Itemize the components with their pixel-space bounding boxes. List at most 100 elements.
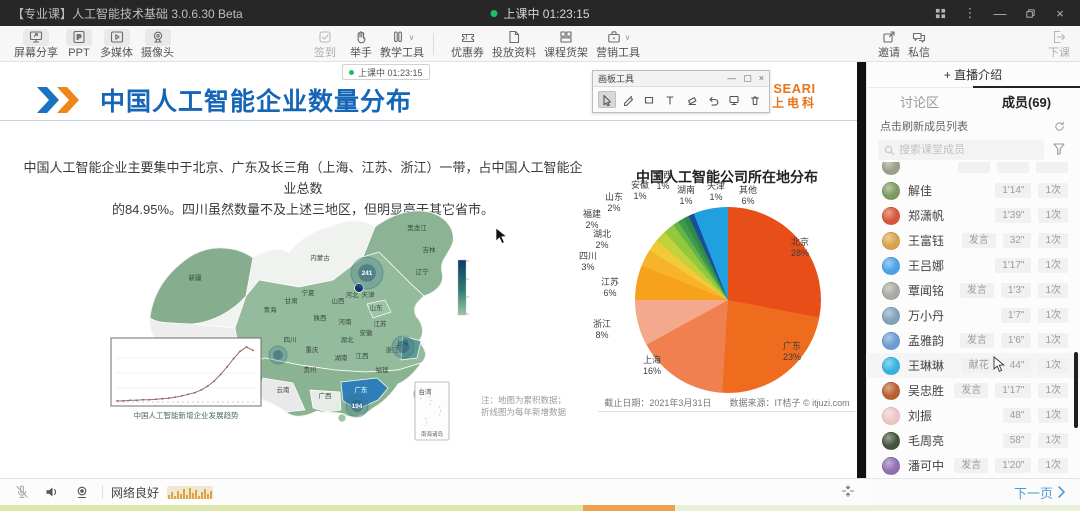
member-row[interactable]: 刘振48"1次 (866, 403, 1080, 428)
member-row[interactable] (866, 162, 1080, 178)
member-name: 王琳琳 (908, 357, 944, 374)
tab-discussion[interactable]: 讨论区 (866, 88, 973, 114)
whiteboard-tools-panel[interactable]: 画板工具 — ▢ × (592, 70, 770, 113)
restore-button[interactable] (1022, 5, 1038, 21)
member-search-box[interactable] (878, 140, 1044, 160)
trend-inset-chart (111, 338, 261, 406)
stage-live-timer: 上课中 01:23:15 (358, 66, 423, 79)
refresh-icon[interactable] (1053, 120, 1066, 133)
wb-tool-undo[interactable] (704, 91, 722, 108)
whiteboard-minimize-icon[interactable]: — (727, 73, 736, 84)
collapse-stage-icon[interactable] (840, 483, 856, 499)
toolbar-divider (433, 33, 434, 55)
ppt-icon: P (66, 29, 92, 46)
toolbar-marketing-button[interactable]: ∨营销工具 (596, 29, 640, 59)
toolbar-shelf-button[interactable]: 课程货架 (544, 29, 588, 59)
wb-tool-text[interactable] (661, 91, 679, 108)
toolbar-tools-button[interactable]: ∨教学工具 (380, 29, 424, 59)
province-label: 广东 (355, 385, 369, 394)
province-label: 云南 (277, 385, 291, 394)
member-list-scrollbar[interactable] (1074, 352, 1078, 428)
member-row[interactable]: 吴忠胜发言1'17"1次 (866, 378, 1080, 403)
microphone-muted-icon[interactable] (14, 484, 30, 500)
member-row[interactable]: 毛周亮58"1次 (866, 428, 1080, 453)
province-label: 贵州 (304, 365, 317, 374)
toolbar-screen-button[interactable]: 屏幕分享 (14, 29, 58, 59)
wb-tool-eraser[interactable] (683, 91, 701, 108)
toolbar-camera-button[interactable]: 摄像头 (141, 29, 174, 59)
speak-time-badge: 1'20" (995, 458, 1031, 473)
checkin-icon (317, 29, 333, 46)
member-row[interactable]: 潘可中发言1'20"1次 (866, 453, 1080, 478)
pie-label-13: 其他6% (726, 185, 770, 207)
member-badges: 发言1'17"1次 (954, 383, 1068, 398)
action-badge: 发言 (960, 283, 994, 298)
map-note-line2: 折线图为每年新增数据 (481, 407, 567, 417)
whiteboard-close-icon[interactable]: × (759, 73, 764, 84)
wb-tool-pen[interactable] (619, 91, 637, 108)
member-search-input[interactable] (899, 144, 1019, 156)
member-row[interactable]: 解佳1'14"1次 (866, 178, 1080, 203)
more-menu-icon[interactable]: ⋮ (962, 5, 978, 21)
province-label: 江西 (356, 352, 370, 360)
webcam-icon[interactable] (74, 484, 90, 500)
layout-grid-icon[interactable] (932, 5, 948, 21)
chevron-right-icon (1058, 486, 1066, 498)
member-row[interactable]: 覃闻铭发言1'3"1次 (866, 278, 1080, 303)
live-intro-tab[interactable]: + 直播介绍 (866, 62, 1080, 88)
close-button[interactable]: × (1052, 5, 1068, 21)
toolbar-checkin-button[interactable]: 签到 (314, 29, 336, 59)
minimize-button[interactable]: — (992, 5, 1008, 21)
refresh-members-row[interactable]: 点击刷新成员列表 (866, 114, 1080, 138)
wb-tool-trash[interactable] (746, 91, 764, 108)
member-row[interactable]: 万小丹1'7"1次 (866, 303, 1080, 328)
toolbar-ppt-button[interactable]: PPPT (66, 29, 92, 59)
toolbar-message-button[interactable]: 私信 (908, 29, 930, 59)
marketing-icon: ∨ (606, 29, 631, 46)
wb-tool-rect[interactable] (640, 91, 658, 108)
province-label: 新疆 (189, 273, 203, 282)
pie-label-2: 上海16% (630, 355, 674, 377)
live-intro-label: + 直播介绍 (944, 66, 1002, 83)
count-badge: 1次 (1038, 183, 1068, 198)
member-row[interactable]: 王吕娜1'17"1次 (866, 253, 1080, 278)
member-row[interactable]: 王富钰发言32"1次 (866, 228, 1080, 253)
speak-time-badge: 1'17" (995, 383, 1031, 398)
whiteboard-restore-icon[interactable]: ▢ (743, 73, 752, 84)
toolbar-hand-button[interactable]: 举手 (350, 29, 372, 59)
class-timer: 上课中 01:23:15 (503, 5, 589, 22)
filter-funnel-icon[interactable] (1052, 142, 1066, 156)
bottom-toolbar: 网络良好 (0, 478, 866, 505)
speaker-icon[interactable] (44, 484, 60, 500)
toolbar-docs-button[interactable]: 投放资料 (492, 29, 536, 59)
endclass-icon (1051, 29, 1067, 46)
member-badges: 发言32"1次 (962, 233, 1068, 248)
hand-icon (353, 29, 369, 46)
whiteboard-panel-title: 画板工具 (598, 72, 634, 85)
pie-label-5: 四川3% (566, 251, 610, 273)
member-row[interactable]: 郑潇帆1'39"1次 (866, 203, 1080, 228)
toolbar-label: 邀请 (878, 47, 900, 59)
province-label: 台湾 (419, 387, 433, 396)
wb-tool-board[interactable] (725, 91, 743, 108)
toolbar-endclass-button[interactable]: 下课 (1048, 29, 1070, 59)
pie-label-4: 江苏6% (588, 277, 632, 299)
wb-tool-select[interactable] (598, 91, 616, 108)
map-bubble: 194 (346, 395, 368, 417)
count-badge: 1次 (1038, 283, 1068, 298)
province-label: 辽宁 (416, 267, 430, 276)
member-row[interactable]: 王琳琳献花44"1次 (866, 353, 1080, 378)
member-badges: 58"1次 (1003, 433, 1068, 448)
member-name: 覃闻铭 (908, 282, 944, 299)
province-label: 青海 (264, 305, 278, 314)
member-row[interactable]: 孟雅韵发言1'6"1次 (866, 328, 1080, 353)
speak-time-badge: 1'17" (995, 258, 1031, 273)
province-label: 河南 (339, 317, 353, 326)
toolbar-label: 屏幕分享 (14, 47, 58, 59)
next-page-button[interactable]: 下一页 (866, 478, 1080, 505)
toolbar-coupon-button[interactable]: 优惠券 (451, 29, 484, 59)
tab-members[interactable]: 成员(69) (973, 88, 1080, 114)
avatar (882, 407, 900, 425)
toolbar-media-button[interactable]: 多媒体 (100, 29, 133, 59)
toolbar-invite-button[interactable]: 邀请 (878, 29, 900, 59)
